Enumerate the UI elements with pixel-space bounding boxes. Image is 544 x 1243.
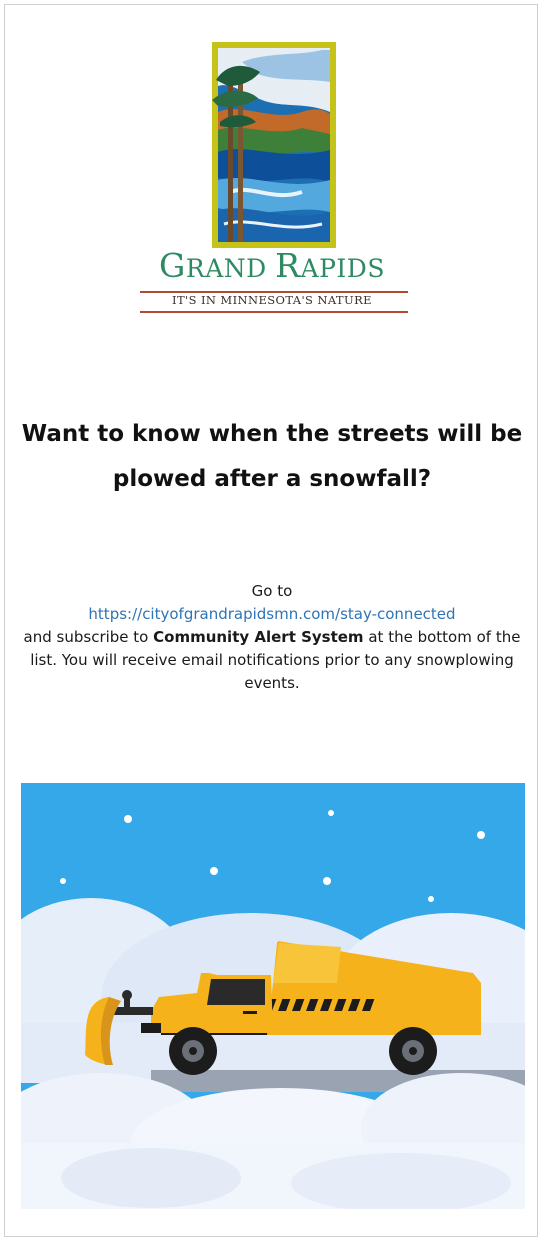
brand-name: GRAND RAPIDS [159,246,385,285]
brand-rule-bottom [140,311,408,313]
instructions: Go to https://cityofgrandrapidsmn.com/st… [20,580,524,695]
headline: Want to know when the streets will be pl… [21,421,523,492]
grand-rapids-logo-art [212,42,336,248]
instructions-intro: Go to [251,582,293,600]
community-alert-system-label: Community Alert System [153,628,364,646]
brand-tagline: IT'S IN MINNESOTA'S NATURE [172,293,372,307]
stay-connected-link[interactable]: https://cityofgrandrapidsmn.com/stay-con… [20,603,524,626]
instructions-text-1: and subscribe to [23,628,154,646]
snowplow-illustration [21,783,525,1209]
